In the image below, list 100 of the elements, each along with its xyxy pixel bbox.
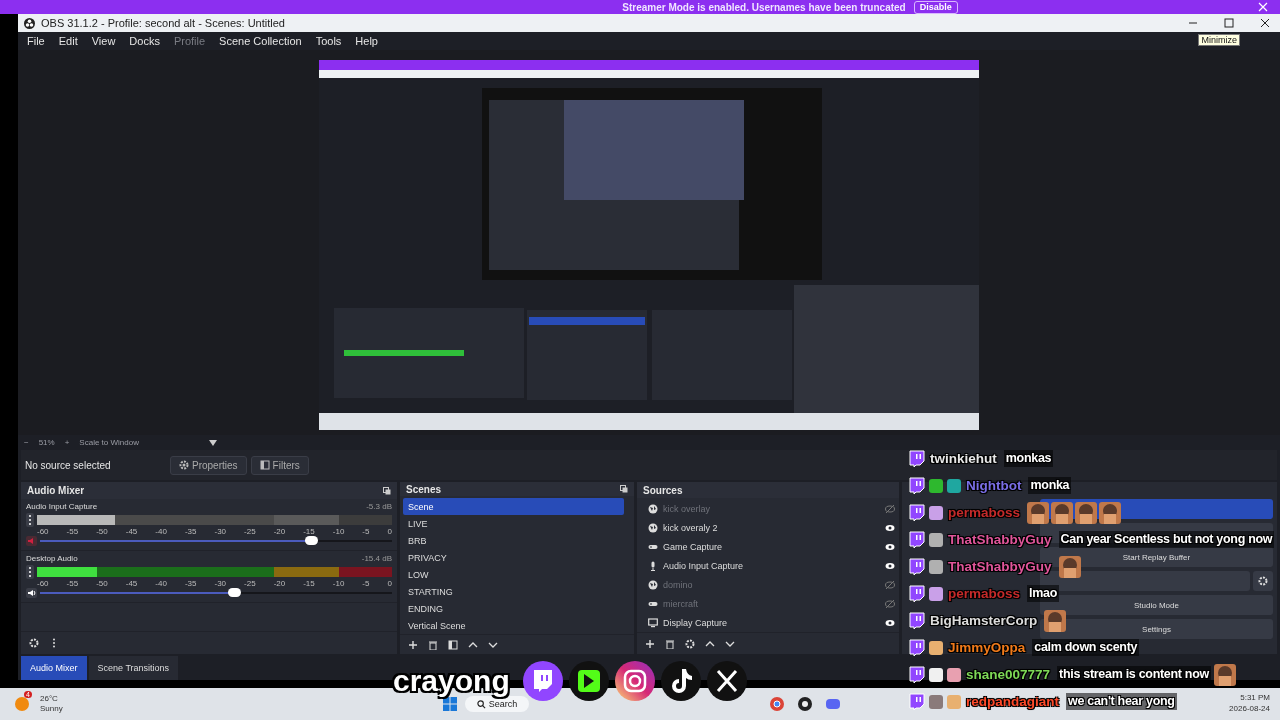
settings-icon[interactable] [1258, 576, 1268, 586]
muted-speaker-icon[interactable] [26, 536, 37, 546]
scale-label: -25 [244, 527, 256, 536]
scale-label: -55 [66, 527, 79, 536]
chat-username: ThatShabbyGuy [947, 531, 1053, 548]
menu-item[interactable]: File [20, 35, 52, 47]
scale-label: 0 [387, 527, 392, 536]
zoom-in-button[interactable]: + [64, 438, 70, 447]
chat-username: BigHamsterCorp [929, 612, 1039, 629]
settings-button[interactable] [1253, 571, 1273, 591]
menu-item[interactable]: Docks [122, 35, 167, 47]
chat-message: lmao [1027, 585, 1059, 602]
scene-item[interactable]: LIVE [403, 515, 624, 533]
source-item[interactable]: Display Capture [663, 617, 728, 628]
menu-item[interactable]: Scene Collection [212, 35, 309, 47]
undock-icon[interactable] [383, 486, 391, 495]
add-icon[interactable] [645, 638, 655, 649]
channel-name: Audio Input Capture [26, 502, 98, 511]
filter-icon[interactable] [448, 639, 458, 650]
clock-time: 5:31 PM [1239, 692, 1270, 703]
maximize-icon[interactable] [1224, 18, 1234, 28]
globe-icon [648, 580, 658, 590]
scene-item[interactable]: Vertical Scene [403, 617, 624, 635]
db-reading: -5.3 dB [366, 502, 392, 511]
twitch-icon [521, 660, 564, 702]
filters-button[interactable]: Filters [250, 455, 309, 475]
source-item[interactable]: Game Capture [663, 542, 723, 553]
scene-item[interactable]: LOW [403, 566, 624, 584]
monitor-icon [648, 617, 658, 628]
dock-tab[interactable]: Audio Mixer [21, 656, 87, 680]
menu-item[interactable]: View [84, 35, 123, 47]
menu-item[interactable]: Edit [51, 35, 85, 47]
eye-icon[interactable] [885, 561, 895, 572]
temperature: 26°C [40, 694, 59, 704]
twitch-icon [908, 530, 926, 549]
source-item[interactable]: Audio Input Capture [663, 561, 744, 572]
twitch-icon [908, 476, 926, 495]
source-item[interactable]: kick overaly 2 [663, 523, 718, 534]
app-icon[interactable] [797, 696, 814, 712]
chat-username: redpandagiant [965, 693, 1060, 710]
caret-icon[interactable] [208, 439, 217, 446]
scale-label: -15 [303, 579, 315, 588]
scene-item[interactable]: STARTING [403, 583, 624, 601]
search-icon [476, 699, 486, 709]
chat-message: we can't hear yong [1066, 693, 1177, 710]
panel-title: Scenes [406, 483, 442, 495]
scale-label: -15 [303, 527, 315, 536]
zoom-out-button[interactable]: − [24, 438, 29, 447]
menu-item[interactable]: Tools [308, 35, 349, 47]
settings-icon[interactable] [29, 638, 39, 648]
trash-icon[interactable] [428, 639, 438, 650]
sun-icon[interactable] [14, 696, 30, 712]
settings-icon[interactable] [685, 638, 695, 649]
scale-label: 0 [387, 579, 392, 588]
search-field[interactable]: Search [464, 696, 530, 712]
hidden-eye-icon[interactable] [885, 598, 895, 609]
undock-icon[interactable] [620, 485, 628, 494]
scene-item[interactable]: Scene [403, 498, 624, 516]
menu-dots-icon[interactable] [26, 513, 34, 527]
trash-icon[interactable] [665, 638, 675, 649]
slider-thumb[interactable] [227, 588, 241, 597]
start-icon[interactable] [442, 697, 457, 711]
disable-button[interactable]: Disable [913, 0, 958, 14]
eye-icon[interactable] [885, 617, 895, 628]
hidden-eye-icon[interactable] [885, 580, 895, 590]
app-logo-icon [24, 17, 35, 29]
scale-label: -25 [244, 579, 256, 588]
scene-item[interactable]: PRIVACY [403, 549, 624, 567]
banner-message: Streamer Mode is enabled. Usernames have been truncated [622, 1, 906, 13]
twitch-icon [908, 557, 926, 576]
scale-label: -45 [125, 579, 138, 588]
close-icon[interactable] [1260, 18, 1270, 28]
menu-dots-icon[interactable] [26, 565, 34, 579]
eye-icon[interactable] [885, 542, 895, 553]
chat-username: twinkiehut [929, 450, 998, 467]
channel-name: Desktop Audio [26, 554, 78, 563]
control-button[interactable]: Settings [1040, 619, 1273, 639]
scale-label: -50 [96, 579, 108, 588]
chat-username: JimmyOppa [947, 639, 1027, 656]
speaker-icon[interactable] [26, 588, 37, 598]
x-icon [705, 660, 748, 702]
chat-app-icon[interactable] [825, 696, 842, 712]
browser-icon[interactable] [769, 696, 786, 712]
menu-item[interactable]: Help [348, 35, 385, 47]
scale-label: -40 [155, 527, 167, 536]
scene-item[interactable]: BRB [403, 532, 624, 550]
dock-tab[interactable]: Scene Transitions [88, 656, 179, 680]
properties-button[interactable]: Properties [170, 455, 247, 475]
db-reading: -15.4 dB [361, 554, 392, 563]
scale-label: -40 [155, 579, 167, 588]
add-icon[interactable] [408, 639, 418, 650]
slider-thumb[interactable] [305, 536, 319, 545]
scene-item[interactable]: ENDING [403, 600, 624, 618]
weather-condition: Sunny [40, 704, 63, 714]
scale-dropdown[interactable]: Scale to Window [79, 438, 139, 447]
hidden-eye-icon[interactable] [885, 504, 895, 515]
filter-icon [259, 460, 270, 470]
eye-icon[interactable] [885, 523, 895, 534]
microphone-icon [648, 561, 658, 572]
scale-label: -35 [184, 579, 197, 588]
